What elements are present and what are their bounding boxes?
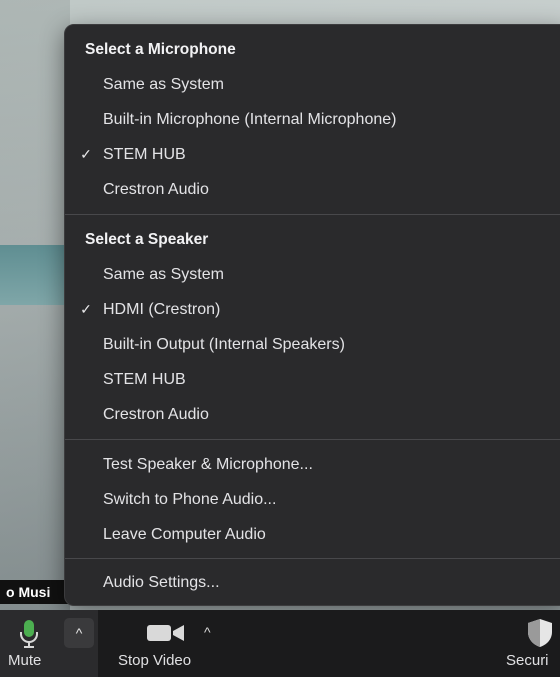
stop-video-button[interactable]: ^ Stop Video [110, 610, 240, 677]
check-icon: ✓ [80, 146, 92, 162]
mic-option-label: Built-in Microphone (Internal Microphone… [103, 111, 397, 128]
speaker-option-label: Crestron Audio [103, 406, 209, 423]
audio-options-caret-button[interactable]: ^ [64, 618, 94, 648]
stop-video-label: Stop Video [118, 652, 192, 669]
mic-option-label: STEM HUB [103, 146, 186, 163]
mic-option-label: Same as System [103, 76, 224, 93]
speaker-option-label: Built-in Output (Internal Speakers) [103, 336, 345, 353]
audio-actions-section: Test Speaker & Microphone... Switch to P… [65, 440, 560, 552]
test-speaker-microphone-item[interactable]: Test Speaker & Microphone... [65, 447, 560, 482]
mic-option-stem-hub[interactable]: ✓ STEM HUB [65, 137, 560, 172]
speaker-option-built-in-output[interactable]: Built-in Output (Internal Speakers) [65, 327, 560, 362]
audio-dropdown-menu: Select a Microphone Same as System Built… [64, 24, 560, 606]
speaker-option-crestron-audio[interactable]: Crestron Audio [65, 397, 560, 432]
speaker-option-hdmi-crestron[interactable]: ✓ HDMI (Crestron) [65, 292, 560, 327]
shield-icon [528, 619, 552, 647]
microphone-section: Select a Microphone Same as System Built… [65, 25, 560, 207]
video-shade [0, 0, 70, 610]
check-icon: ✓ [80, 301, 92, 317]
microphone-icon [20, 620, 38, 648]
audio-settings-section: Audio Settings... [65, 559, 560, 600]
mute-button[interactable]: ^ Mute [0, 610, 98, 677]
video-wall-stripe [0, 245, 70, 305]
menu-item-label: Leave Computer Audio [103, 526, 266, 543]
security-label: Securi [506, 652, 549, 669]
switch-to-phone-audio-item[interactable]: Switch to Phone Audio... [65, 482, 560, 517]
menu-item-label: Audio Settings... [103, 574, 220, 591]
mute-label: Mute [8, 652, 42, 669]
speaker-option-label: Same as System [103, 266, 224, 283]
menu-item-label: Test Speaker & Microphone... [103, 456, 313, 473]
speaker-section-title: Select a Speaker [85, 231, 209, 248]
leave-computer-audio-item[interactable]: Leave Computer Audio [65, 517, 560, 552]
mic-option-built-in[interactable]: Built-in Microphone (Internal Microphone… [65, 102, 560, 137]
audio-settings-item[interactable]: Audio Settings... [65, 565, 560, 600]
menu-item-label: Switch to Phone Audio... [103, 491, 277, 508]
mic-option-crestron-audio[interactable]: Crestron Audio [65, 172, 560, 207]
video-camera-icon [147, 625, 184, 641]
microphone-section-title: Select a Microphone [85, 41, 236, 58]
mic-option-label: Crestron Audio [103, 181, 209, 198]
speaker-section: Select a Speaker Same as System ✓ HDMI (… [65, 215, 560, 432]
speaker-option-same-as-system[interactable]: Same as System [65, 257, 560, 292]
meeting-toolbar: ^ Mute ^ Stop Video Securi [0, 610, 560, 677]
speaker-option-label: HDMI (Crestron) [103, 301, 221, 318]
chevron-up-icon[interactable]: ^ [204, 624, 211, 640]
speaker-option-label: STEM HUB [103, 371, 186, 388]
mic-option-same-as-system[interactable]: Same as System [65, 67, 560, 102]
chevron-up-icon: ^ [75, 625, 83, 641]
security-button[interactable]: Securi [500, 610, 560, 677]
speaker-option-stem-hub[interactable]: STEM HUB [65, 362, 560, 397]
